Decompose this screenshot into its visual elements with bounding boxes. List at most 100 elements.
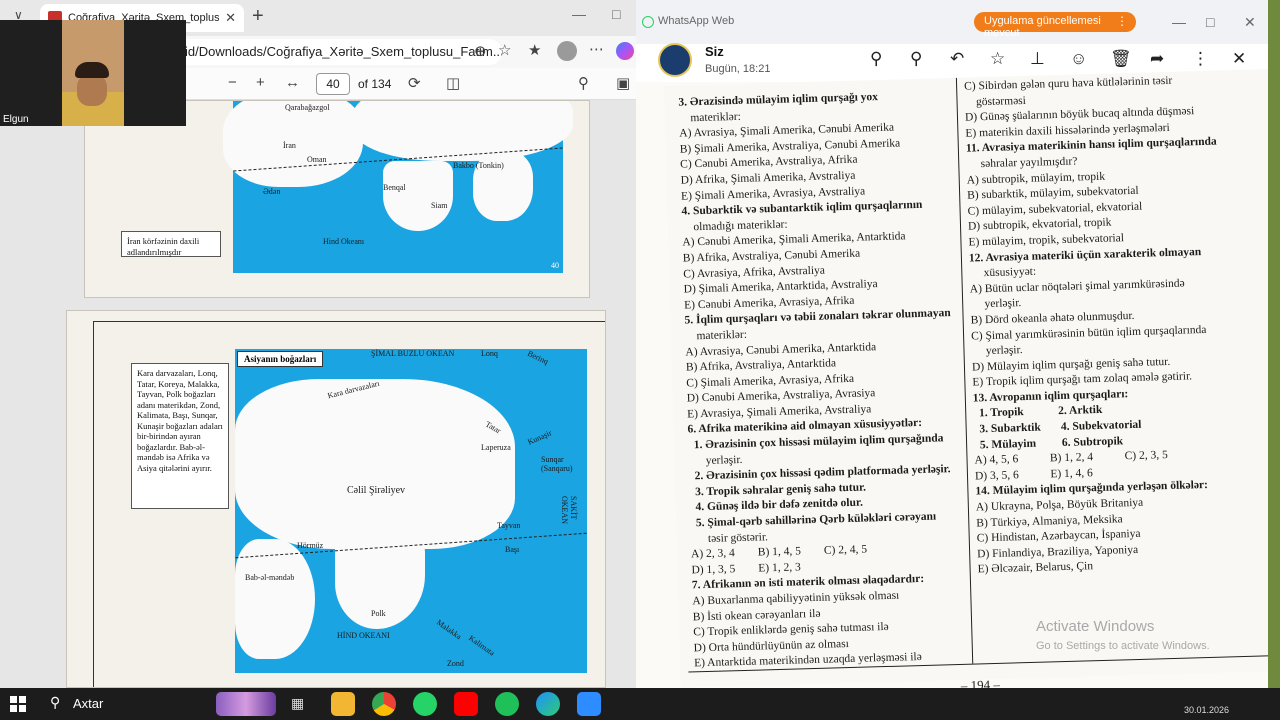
map2-label: Tayvan — [497, 521, 521, 530]
webcam-overlay: Elgun — [0, 20, 186, 126]
map2-label: Lonq — [481, 349, 498, 358]
delete-icon[interactable]: 🗑 — [1110, 49, 1132, 69]
taskbar-date: 30.01.2026 — [1184, 705, 1230, 715]
update-badge-label: Uygulama güncellemesi mevcut — [984, 15, 1101, 39]
map2-label: Sunqar (Sanqaru) — [541, 455, 573, 473]
photo-view[interactable]: 3. Ərazisində mülayim iqlim qurşağı yox … — [636, 69, 1280, 688]
map1-sea: Qarabağazgol İran Oman Ədən Benqal Bakbo… — [223, 101, 573, 273]
new-tab-icon[interactable]: + — [252, 5, 264, 28]
youtube-icon[interactable] — [454, 692, 478, 716]
windows-start-icon[interactable] — [10, 696, 26, 712]
pdf-viewer[interactable]: Qarabağazgol İran Oman Ədən Benqal Bakbo… — [0, 100, 636, 688]
page-view-icon[interactable]: ◫ — [446, 74, 460, 92]
zoom-in-icon[interactable]: + — [256, 74, 265, 91]
map1-label: Benqal — [383, 183, 406, 192]
map1-label: Siam — [431, 201, 448, 210]
fit-page-icon[interactable]: ↔ — [285, 74, 300, 91]
contact-name: Siz — [705, 44, 724, 59]
more-vertical-icon[interactable]: ⋮ — [1116, 14, 1128, 28]
minimize-icon[interactable]: — — [572, 6, 586, 22]
whatsapp-window: WhatsApp Web Uygulama güncellemesi mevcu… — [636, 0, 1280, 688]
map1-label: Bakbo (Tonkin) — [453, 161, 504, 170]
map2-label: SAKİT OKEAN — [560, 496, 578, 524]
map2-label: Kalimata — [467, 633, 497, 658]
book-page-number: – 194 – — [960, 676, 1001, 688]
star-icon[interactable]: ☆ — [990, 49, 1005, 69]
emoji-icon[interactable]: ☺ — [1070, 49, 1087, 69]
message-time: Bugün, 18:21 — [705, 63, 771, 75]
task-view-icon[interactable]: ▦ — [291, 695, 304, 712]
minimize-icon[interactable]: — — [1172, 14, 1186, 30]
map1-label: Ədən — [263, 187, 281, 196]
whatsapp-taskbar-icon[interactable] — [413, 692, 437, 716]
whatsapp-desktop-icon[interactable] — [495, 692, 519, 716]
rotate-icon[interactable]: ⟳ — [408, 74, 421, 92]
file-explorer-icon[interactable] — [331, 692, 355, 716]
page-number-input[interactable]: 40 — [316, 73, 350, 95]
book-page-photo: 3. Ərazisində mülayim iqlim qurşağı yox … — [664, 69, 1280, 688]
map2-label: ŞİMAL BUZLU OKEAN — [371, 349, 455, 358]
edge-window: ∨ Coğrafiya_Xəritə_Sxem_toplusu_Fa ✕ + —… — [0, 0, 636, 688]
map2-label: Başı — [505, 545, 520, 554]
map2-label: Malakka — [434, 617, 464, 642]
zoom-in-icon[interactable]: ⚲ — [910, 49, 922, 69]
avatar[interactable] — [658, 43, 692, 77]
reply-icon[interactable]: ↶ — [950, 49, 964, 69]
whatsapp-logo-icon — [642, 16, 654, 28]
book-left-column: 3. Ərazisində mülayim iqlim qurşağı yox … — [678, 88, 970, 672]
maximize-icon[interactable]: □ — [1206, 14, 1214, 30]
map2-note: Kara darvazaları, Lonq, Tatar, Koreya, M… — [131, 363, 229, 509]
taskbar: ⚲ Axtar ▦ 30.01.2026 — [0, 688, 1280, 720]
map1-label: Oman — [307, 155, 327, 164]
book-right-column: C) Sibirdən gələn quru hava kütlələrinin… — [964, 71, 1278, 578]
close-viewer-icon[interactable]: ✕ — [1232, 49, 1246, 69]
widget-image-icon[interactable] — [216, 692, 276, 716]
map2-sea: Asiyanın boğazları ŞİMAL BUZLU OKEAN Lon… — [235, 349, 587, 673]
page-count: of 134 — [358, 77, 392, 91]
taskbar-search[interactable]: Axtar — [73, 696, 103, 711]
map2-label: Bab-əl-məndəb — [245, 573, 295, 582]
webcam-name: Elgun — [3, 114, 29, 125]
map2-label: Cəlil Şirəliyev — [347, 485, 406, 496]
map2-label: HİND OKEANI — [337, 631, 390, 640]
map1-label: İran — [283, 141, 296, 150]
more-vertical-icon[interactable]: ⋮ — [1192, 49, 1209, 69]
save-icon[interactable]: ▣ — [616, 74, 630, 92]
map2-title: Asiyanın boğazları — [237, 351, 324, 367]
close-window-icon[interactable]: ✕ — [1244, 14, 1256, 31]
map2-label: Kunaşir — [526, 428, 554, 447]
maximize-icon[interactable]: □ — [612, 6, 620, 22]
map1-label: Hind Okeanı — [323, 237, 365, 246]
map2-label: Polk — [371, 609, 386, 618]
search-icon[interactable]: ⚲ — [578, 74, 589, 92]
chrome-icon[interactable] — [372, 692, 396, 716]
favorite-star-icon[interactable]: ☆ — [498, 41, 511, 59]
map1-page-number: 40 — [551, 261, 559, 270]
activation-watermark-text: Go to Settings to activate Windows. — [1036, 640, 1210, 652]
map1-label: Qarabağazgol — [285, 103, 330, 112]
pin-icon[interactable]: ⊥ — [1030, 49, 1045, 69]
more-icon[interactable]: ⋯ — [589, 40, 604, 58]
zoom-app-icon[interactable] — [577, 692, 601, 716]
map1-note: İran körfəzinin daxili adlandırılmışdır — [121, 231, 221, 257]
search-icon[interactable]: ⚲ — [50, 694, 60, 711]
whatsapp-titlebar: WhatsApp Web Uygulama güncellemesi mevcu… — [636, 0, 1280, 44]
forward-icon[interactable]: ➦ — [1150, 49, 1164, 69]
copilot-icon[interactable] — [616, 42, 634, 60]
favorites-icon[interactable]: ★ — [528, 41, 541, 59]
edge-icon[interactable] — [536, 692, 560, 716]
zoom-out-icon[interactable]: − — [228, 74, 237, 91]
profile-avatar[interactable] — [557, 41, 577, 61]
pdf-page-map-1: Qarabağazgol İran Oman Ədən Benqal Bakbo… — [84, 100, 590, 298]
map2-label: Zond — [447, 659, 464, 668]
zoom-icon[interactable]: ⊕ — [474, 42, 487, 60]
map2-label: Hörmüz — [297, 541, 324, 550]
zoom-out-icon[interactable]: ⚲ — [870, 49, 882, 69]
activation-watermark-title: Activate Windows — [1036, 618, 1155, 635]
map2-label: Laperuza — [481, 443, 511, 452]
window-title: WhatsApp Web — [658, 15, 735, 27]
map2-label: Berinq — [526, 348, 550, 367]
update-badge[interactable]: Uygulama güncellemesi mevcut ⋮ — [974, 12, 1136, 39]
close-tab-icon[interactable]: ✕ — [225, 10, 236, 26]
pdf-page-map-2: Asiyanın boğazları ŞİMAL BUZLU OKEAN Lon… — [66, 310, 606, 688]
